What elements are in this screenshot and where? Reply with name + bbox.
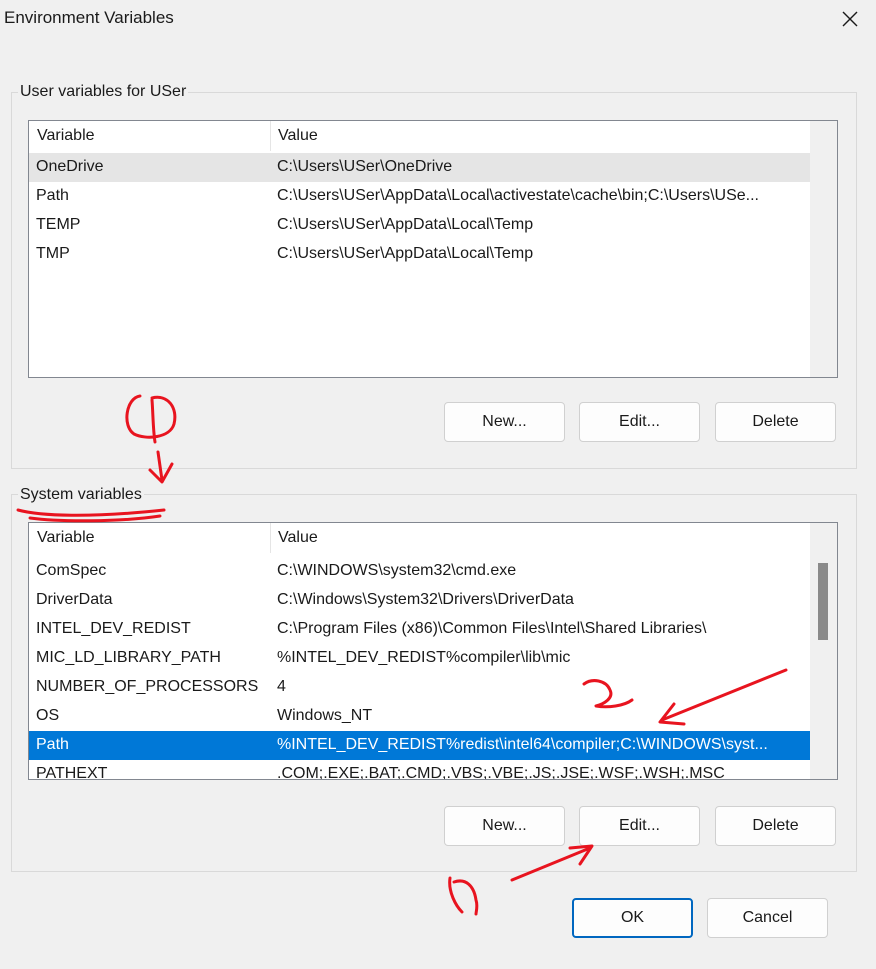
system-row-mic-ld-library-path[interactable]: MIC_LD_LIBRARY_PATH %INTEL_DEV_REDIST%co… xyxy=(29,644,810,673)
system-list-header: Variable Value xyxy=(29,523,809,553)
system-row-pathext[interactable]: PATHEXT .COM;.EXE;.BAT;.CMD;.VBS;.VBE;.J… xyxy=(29,760,810,780)
window-title: Environment Variables xyxy=(4,8,174,27)
user-variables-label: User variables for USer xyxy=(18,83,189,101)
user-row-temp[interactable]: TEMP C:\Users\USer\AppData\Local\Temp xyxy=(29,211,810,240)
variable-value: C:\Windows\System32\Drivers\DriverData xyxy=(277,591,574,608)
variable-name: TEMP xyxy=(36,216,81,233)
variable-value: C:\Users\USer\AppData\Local\Temp xyxy=(277,245,534,262)
system-edit-button[interactable]: Edit... xyxy=(579,806,700,846)
user-variables-list[interactable]: Variable Value OneDrive C:\Users\USer\On… xyxy=(28,120,838,378)
system-variables-label: System variables xyxy=(18,486,144,504)
variable-value: .COM;.EXE;.BAT;.CMD;.VBS;.VBE;.JS;.JSE;.… xyxy=(277,765,725,780)
column-divider[interactable] xyxy=(270,523,271,553)
variable-name: Path xyxy=(36,736,69,753)
close-button[interactable] xyxy=(834,4,866,34)
ok-button[interactable]: OK xyxy=(572,898,693,938)
variable-value: C:\Program Files (x86)\Common Files\Inte… xyxy=(277,620,707,637)
system-variables-list[interactable]: Variable Value ComSpec C:\WINDOWS\system… xyxy=(28,522,838,780)
title-bar: Environment Variables xyxy=(0,0,876,40)
environment-variables-dialog: Environment Variables User variables for… xyxy=(0,0,876,969)
system-row-intel-dev-redist[interactable]: INTEL_DEV_REDIST C:\Program Files (x86)\… xyxy=(29,615,810,644)
variable-name: TMP xyxy=(36,245,70,262)
user-row-path[interactable]: Path C:\Users\USer\AppData\Local\actives… xyxy=(29,182,810,211)
system-row-path[interactable]: Path %INTEL_DEV_REDIST%redist\intel64\co… xyxy=(29,731,810,760)
variable-name: OS xyxy=(36,707,60,724)
system-new-button[interactable]: New... xyxy=(444,806,565,846)
user-list-header: Variable Value xyxy=(29,121,809,151)
variable-name: DriverData xyxy=(36,591,113,608)
variable-value: C:\WINDOWS\system32\cmd.exe xyxy=(277,562,517,579)
variable-value: 4 xyxy=(277,678,286,695)
system-row-os[interactable]: OS Windows_NT xyxy=(29,702,810,731)
variable-name: NUMBER_OF_PROCESSORS xyxy=(36,678,259,695)
variable-name: MIC_LD_LIBRARY_PATH xyxy=(36,649,221,666)
user-new-button[interactable]: New... xyxy=(444,402,565,442)
variable-name: PATHEXT xyxy=(36,765,108,780)
variable-value: %INTEL_DEV_REDIST%compiler\lib\mic xyxy=(277,649,571,666)
close-icon xyxy=(842,11,858,27)
column-divider[interactable] xyxy=(270,121,271,151)
variable-name: INTEL_DEV_REDIST xyxy=(36,620,191,637)
user-delete-button[interactable]: Delete xyxy=(715,402,836,442)
user-row-onedrive[interactable]: OneDrive C:\Users\USer\OneDrive xyxy=(29,153,810,182)
annotation-number-3 xyxy=(448,876,479,916)
system-row-comspec[interactable]: ComSpec C:\WINDOWS\system32\cmd.exe xyxy=(29,557,810,586)
user-edit-button[interactable]: Edit... xyxy=(579,402,700,442)
system-list-scrollbar[interactable] xyxy=(810,523,837,779)
column-header-value[interactable]: Value xyxy=(278,529,318,547)
variable-name: OneDrive xyxy=(36,158,104,175)
system-delete-button[interactable]: Delete xyxy=(715,806,836,846)
variable-value: C:\Users\USer\AppData\Local\Temp xyxy=(277,216,534,233)
user-row-tmp[interactable]: TMP C:\Users\USer\AppData\Local\Temp xyxy=(29,240,810,269)
variable-name: ComSpec xyxy=(36,562,107,579)
variable-value: C:\Users\USer\AppData\Local\activestate\… xyxy=(277,187,759,204)
variable-value: Windows_NT xyxy=(277,707,373,724)
column-header-value[interactable]: Value xyxy=(278,127,318,145)
column-header-variable[interactable]: Variable xyxy=(37,529,95,547)
variable-value: C:\Users\USer\OneDrive xyxy=(277,158,453,175)
cancel-button[interactable]: Cancel xyxy=(707,898,828,938)
scrollbar-thumb[interactable] xyxy=(818,563,828,640)
variable-value: %INTEL_DEV_REDIST%redist\intel64\compile… xyxy=(277,736,768,753)
variable-name: Path xyxy=(36,187,69,204)
system-row-number-of-processors[interactable]: NUMBER_OF_PROCESSORS 4 xyxy=(29,673,810,702)
system-row-driverdata[interactable]: DriverData C:\Windows\System32\Drivers\D… xyxy=(29,586,810,615)
user-list-scrollbar[interactable] xyxy=(810,121,837,377)
column-header-variable[interactable]: Variable xyxy=(37,127,95,145)
